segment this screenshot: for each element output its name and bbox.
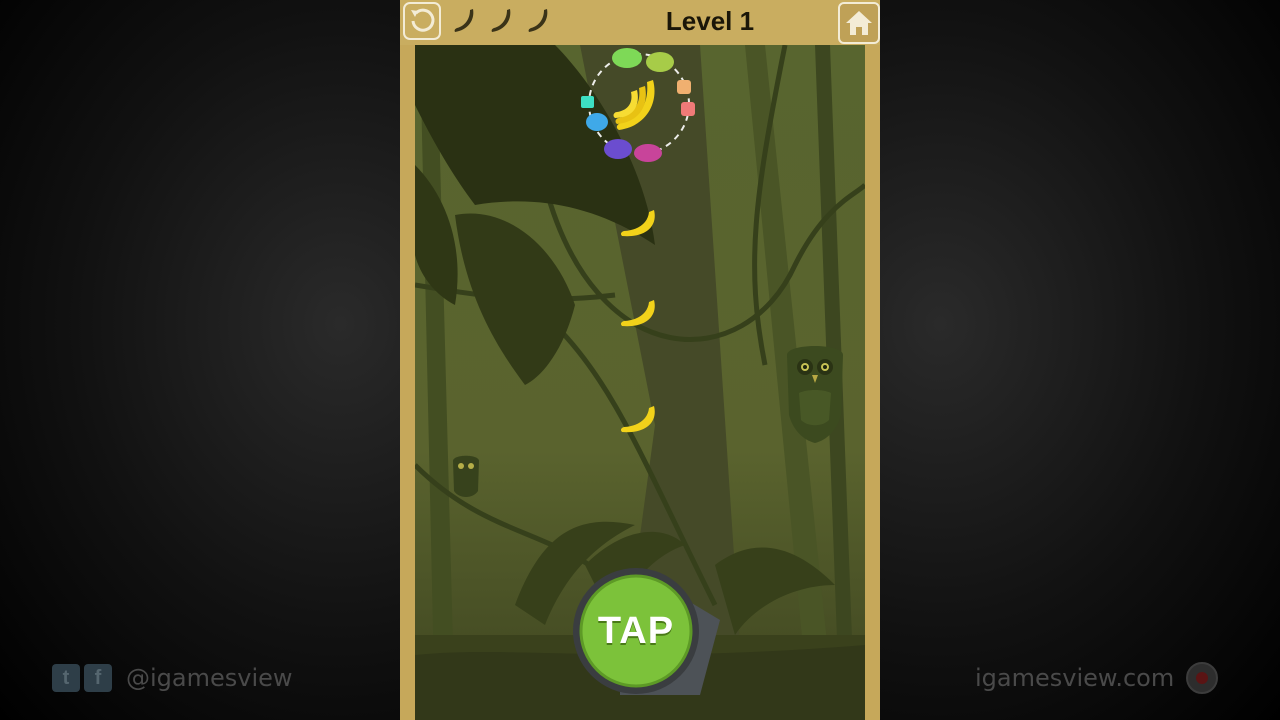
owl-enemy <box>787 346 843 443</box>
top-bar: Level 1 <box>400 0 880 45</box>
banana-projectile <box>620 300 655 327</box>
banana-projectile <box>620 406 655 433</box>
banana-counter-icon <box>524 6 554 36</box>
tap-button[interactable]: TAP <box>571 566 701 696</box>
home-button[interactable] <box>838 2 880 44</box>
site-watermark: igamesview.com <box>975 660 1220 696</box>
right-backdrop <box>880 0 1280 720</box>
target-wheel <box>581 48 695 162</box>
watermark-handle: @igamesview <box>126 664 293 692</box>
left-backdrop <box>0 0 400 720</box>
banana-counter-icon <box>487 6 517 36</box>
small-owl <box>453 455 479 497</box>
level-title: Level 1 <box>665 6 755 36</box>
home-icon <box>846 11 872 35</box>
banana-projectile <box>620 210 655 237</box>
social-watermark: t f @igamesview <box>52 660 293 696</box>
game-screen: Level 1 TAP <box>400 0 880 720</box>
banana-counter-icon <box>450 6 480 36</box>
restart-button[interactable] <box>403 2 441 40</box>
watermark-site: igamesview.com <box>975 664 1175 692</box>
tap-label: TAP <box>597 609 675 652</box>
site-logo-icon <box>1186 662 1219 694</box>
restart-icon <box>411 8 435 32</box>
twitter-icon: t <box>52 664 80 692</box>
banana-bunch-icon <box>613 80 655 130</box>
facebook-icon: f <box>84 664 112 692</box>
